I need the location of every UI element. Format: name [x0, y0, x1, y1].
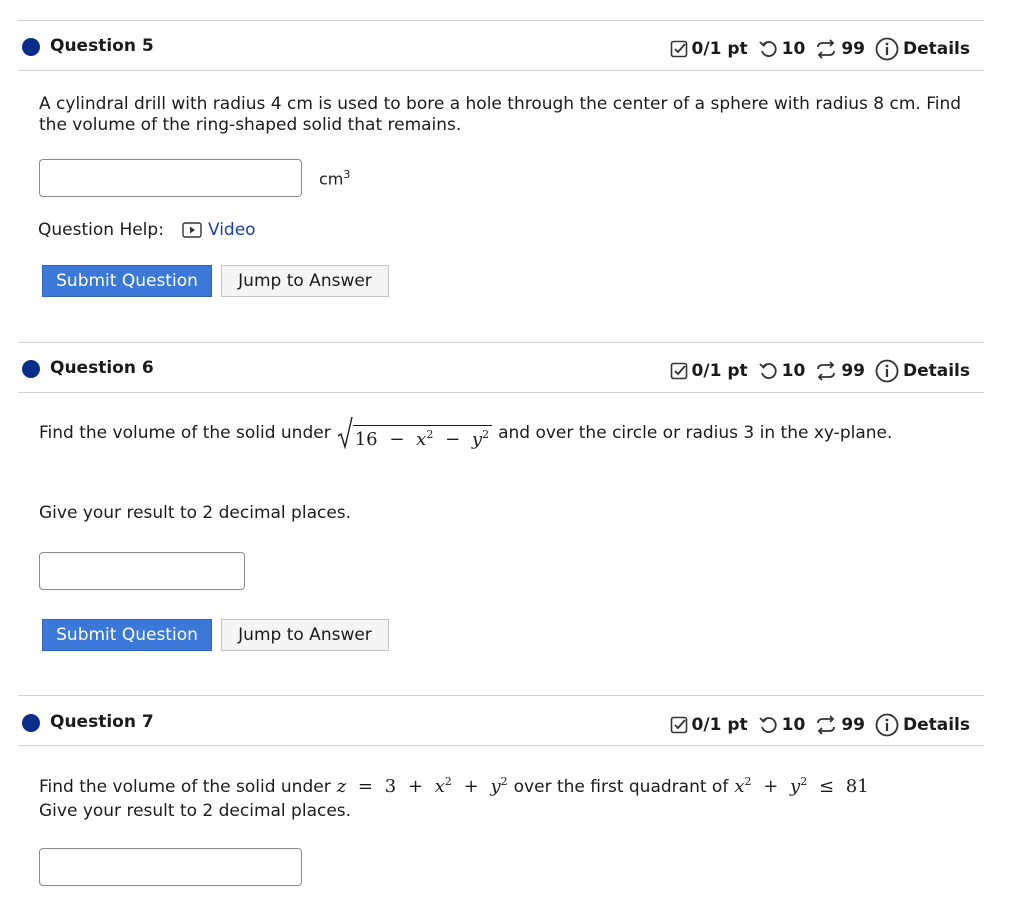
question-text-post: and over the circle or radius 3 in the x… [498, 423, 893, 443]
details-link[interactable]: Details [903, 39, 970, 59]
question-help-label: Question Help: [38, 220, 164, 240]
video-play-icon[interactable] [182, 222, 202, 238]
retry-icon [758, 39, 778, 59]
question-text: Find the volume of the solid under 16 − … [39, 416, 892, 450]
score-text: 0/1 pt [691, 715, 748, 735]
score-text: 0/1 pt [691, 361, 748, 381]
retry-icon [758, 715, 778, 735]
attempts-count: 99 [841, 715, 865, 735]
attempts-icon [815, 715, 837, 735]
retry-icon [758, 361, 778, 381]
details-link[interactable]: Details [903, 715, 970, 735]
attempts-count: 99 [841, 361, 865, 381]
question-text: Find the volume of the solid under z = 3… [39, 770, 869, 823]
submit-question-button[interactable]: Submit Question [42, 265, 212, 297]
retries-count: 10 [781, 361, 806, 381]
answer-unit: cm3 [319, 168, 351, 189]
question-text-line: Find the volume of the solid under z = 3… [39, 770, 869, 799]
math-function: z = 3 + x2 + y2 [336, 775, 508, 797]
video-link[interactable]: Video [208, 220, 256, 240]
attempts-count: 99 [841, 39, 865, 59]
question-title: Question 5 [50, 36, 154, 56]
jump-to-answer-button[interactable]: Jump to Answer [221, 619, 389, 651]
attempts-icon [815, 361, 837, 381]
retries-count: 10 [781, 715, 806, 735]
question-meta: 0/1 pt 10 99 Details [670, 359, 970, 383]
divider [18, 70, 984, 71]
divider [18, 20, 984, 21]
question-title: Question 6 [50, 358, 154, 378]
question-meta: 0/1 pt 10 99 Details [670, 713, 970, 737]
jump-to-answer-button[interactable]: Jump to Answer [221, 265, 389, 297]
score-text: 0/1 pt [691, 39, 748, 59]
attempts-icon [815, 39, 837, 59]
score-checkbox-icon [670, 716, 688, 734]
divider [18, 745, 984, 746]
retries-count: 10 [781, 39, 806, 59]
sqrt-sign [337, 416, 353, 450]
question-status-dot [22, 714, 40, 732]
answer-input[interactable] [39, 159, 302, 197]
info-icon[interactable] [875, 359, 899, 383]
question-status-dot [22, 360, 40, 378]
question-text-line: the volume of the ring-shaped solid that… [39, 115, 462, 135]
question-meta: 0/1 pt 10 99 Details [670, 37, 970, 61]
question-instruction: Give your result to 2 decimal places. [39, 503, 352, 523]
question-help: Question Help: Video [38, 220, 256, 240]
score-checkbox-icon [670, 362, 688, 380]
divider [18, 392, 984, 393]
divider [18, 695, 984, 696]
score-checkbox-icon [670, 40, 688, 58]
question-text-pre: Find the volume of the solid under [39, 423, 331, 443]
answer-input[interactable] [39, 552, 245, 590]
question-instruction: Give your result to 2 decimal places. [39, 801, 352, 821]
question-status-dot [22, 38, 40, 56]
answer-input[interactable] [39, 848, 302, 886]
question-text-line: A cylindral drill with radius 4 cm is us… [39, 94, 962, 114]
question-title: Question 7 [50, 712, 154, 732]
math-expression: 16 − x2 − y2 [337, 416, 493, 450]
question-text-mid: over the first quadrant of [513, 777, 729, 797]
question-text-pre: Find the volume of the solid under [39, 777, 331, 797]
divider [18, 342, 984, 343]
info-icon[interactable] [875, 713, 899, 737]
question-text: A cylindral drill with radius 4 cm is us… [39, 94, 961, 136]
sqrt-radicand: 16 − x2 − y2 [352, 425, 493, 450]
submit-question-button[interactable]: Submit Question [42, 619, 212, 651]
math-region: x2 + y2 ≤ 81 [734, 775, 869, 797]
info-icon[interactable] [875, 37, 899, 61]
details-link[interactable]: Details [903, 361, 970, 381]
